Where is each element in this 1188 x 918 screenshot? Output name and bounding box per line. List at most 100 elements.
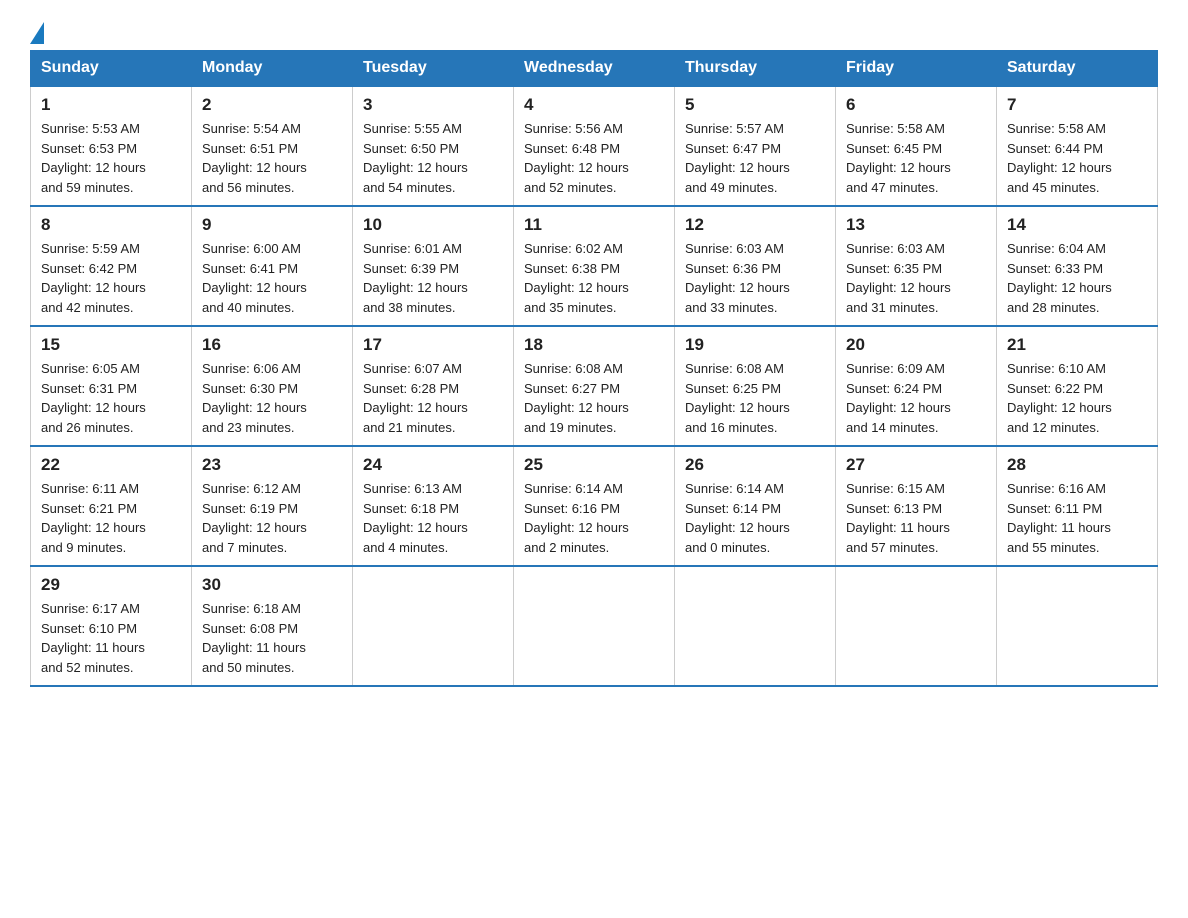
day-number: 30	[202, 575, 342, 595]
day-info: Sunrise: 6:18 AMSunset: 6:08 PMDaylight:…	[202, 599, 342, 677]
day-info: Sunrise: 6:14 AMSunset: 6:16 PMDaylight:…	[524, 479, 664, 557]
calendar-cell: 19 Sunrise: 6:08 AMSunset: 6:25 PMDayligh…	[675, 326, 836, 446]
day-info: Sunrise: 6:17 AMSunset: 6:10 PMDaylight:…	[41, 599, 181, 677]
day-info: Sunrise: 5:55 AMSunset: 6:50 PMDaylight:…	[363, 119, 503, 197]
day-number: 24	[363, 455, 503, 475]
day-number: 26	[685, 455, 825, 475]
day-info: Sunrise: 5:54 AMSunset: 6:51 PMDaylight:…	[202, 119, 342, 197]
day-number: 25	[524, 455, 664, 475]
day-info: Sunrise: 6:05 AMSunset: 6:31 PMDaylight:…	[41, 359, 181, 437]
calendar-cell	[997, 566, 1158, 686]
calendar-cell: 16Sunrise: 6:06 AMSunset: 6:30 PMDayligh…	[192, 326, 353, 446]
calendar-cell: 1 Sunrise: 5:53 AMSunset: 6:53 PMDaylight…	[31, 86, 192, 206]
calendar-cell: 14 Sunrise: 6:04 AMSunset: 6:33 PMDayligh…	[997, 206, 1158, 326]
calendar-cell: 9 Sunrise: 6:00 AMSunset: 6:41 PMDaylight…	[192, 206, 353, 326]
logo-triangle-icon	[30, 22, 44, 44]
column-header-wednesday: Wednesday	[514, 51, 675, 87]
day-info: Sunrise: 6:01 AMSunset: 6:39 PMDaylight:…	[363, 239, 503, 317]
day-info: Sunrise: 5:59 AMSunset: 6:42 PMDaylight:…	[41, 239, 181, 317]
day-info: Sunrise: 5:56 AMSunset: 6:48 PMDaylight:…	[524, 119, 664, 197]
calendar-cell: 25 Sunrise: 6:14 AMSunset: 6:16 PMDayligh…	[514, 446, 675, 566]
calendar-cell: 2 Sunrise: 5:54 AMSunset: 6:51 PMDaylight…	[192, 86, 353, 206]
day-number: 28	[1007, 455, 1147, 475]
calendar-cell: 22Sunrise: 6:11 AMSunset: 6:21 PMDayligh…	[31, 446, 192, 566]
column-header-sunday: Sunday	[31, 51, 192, 87]
day-number: 18	[524, 335, 664, 355]
day-info: Sunrise: 6:14 AMSunset: 6:14 PMDaylight:…	[685, 479, 825, 557]
day-info: Sunrise: 6:04 AMSunset: 6:33 PMDaylight:…	[1007, 239, 1147, 317]
calendar-week-row: 15 Sunrise: 6:05 AMSunset: 6:31 PMDayligh…	[31, 326, 1158, 446]
calendar-cell: 12Sunrise: 6:03 AMSunset: 6:36 PMDayligh…	[675, 206, 836, 326]
day-info: Sunrise: 6:13 AMSunset: 6:18 PMDaylight:…	[363, 479, 503, 557]
calendar-cell: 8 Sunrise: 5:59 AMSunset: 6:42 PMDaylight…	[31, 206, 192, 326]
day-number: 5	[685, 95, 825, 115]
day-info: Sunrise: 5:58 AMSunset: 6:45 PMDaylight:…	[846, 119, 986, 197]
day-info: Sunrise: 5:53 AMSunset: 6:53 PMDaylight:…	[41, 119, 181, 197]
day-number: 17	[363, 335, 503, 355]
calendar-cell: 4 Sunrise: 5:56 AMSunset: 6:48 PMDaylight…	[514, 86, 675, 206]
column-header-saturday: Saturday	[997, 51, 1158, 87]
calendar-cell	[514, 566, 675, 686]
day-info: Sunrise: 6:03 AMSunset: 6:36 PMDaylight:…	[685, 239, 825, 317]
calendar-cell: 6Sunrise: 5:58 AMSunset: 6:45 PMDaylight…	[836, 86, 997, 206]
column-header-monday: Monday	[192, 51, 353, 87]
day-info: Sunrise: 6:09 AMSunset: 6:24 PMDaylight:…	[846, 359, 986, 437]
day-number: 7	[1007, 95, 1147, 115]
day-info: Sunrise: 5:57 AMSunset: 6:47 PMDaylight:…	[685, 119, 825, 197]
calendar-cell: 10 Sunrise: 6:01 AMSunset: 6:39 PMDayligh…	[353, 206, 514, 326]
day-info: Sunrise: 5:58 AMSunset: 6:44 PMDaylight:…	[1007, 119, 1147, 197]
page-header	[30, 20, 1158, 40]
day-number: 11	[524, 215, 664, 235]
day-number: 9	[202, 215, 342, 235]
calendar-cell: 27Sunrise: 6:15 AMSunset: 6:13 PMDayligh…	[836, 446, 997, 566]
calendar-cell: 29 Sunrise: 6:17 AMSunset: 6:10 PMDayligh…	[31, 566, 192, 686]
calendar-cell: 28 Sunrise: 6:16 AMSunset: 6:11 PMDayligh…	[997, 446, 1158, 566]
day-number: 19	[685, 335, 825, 355]
calendar-week-row: 29 Sunrise: 6:17 AMSunset: 6:10 PMDayligh…	[31, 566, 1158, 686]
day-info: Sunrise: 6:12 AMSunset: 6:19 PMDaylight:…	[202, 479, 342, 557]
logo	[30, 20, 44, 40]
calendar-week-row: 8 Sunrise: 5:59 AMSunset: 6:42 PMDaylight…	[31, 206, 1158, 326]
calendar-cell: 13Sunrise: 6:03 AMSunset: 6:35 PMDayligh…	[836, 206, 997, 326]
calendar-cell: 17Sunrise: 6:07 AMSunset: 6:28 PMDayligh…	[353, 326, 514, 446]
day-number: 8	[41, 215, 181, 235]
day-info: Sunrise: 6:16 AMSunset: 6:11 PMDaylight:…	[1007, 479, 1147, 557]
day-number: 21	[1007, 335, 1147, 355]
day-info: Sunrise: 6:11 AMSunset: 6:21 PMDaylight:…	[41, 479, 181, 557]
calendar-cell: 18 Sunrise: 6:08 AMSunset: 6:27 PMDayligh…	[514, 326, 675, 446]
day-info: Sunrise: 6:02 AMSunset: 6:38 PMDaylight:…	[524, 239, 664, 317]
day-number: 4	[524, 95, 664, 115]
day-info: Sunrise: 6:03 AMSunset: 6:35 PMDaylight:…	[846, 239, 986, 317]
day-info: Sunrise: 6:06 AMSunset: 6:30 PMDaylight:…	[202, 359, 342, 437]
day-number: 2	[202, 95, 342, 115]
day-number: 29	[41, 575, 181, 595]
column-header-friday: Friday	[836, 51, 997, 87]
calendar-cell: 11 Sunrise: 6:02 AMSunset: 6:38 PMDayligh…	[514, 206, 675, 326]
day-info: Sunrise: 6:00 AMSunset: 6:41 PMDaylight:…	[202, 239, 342, 317]
calendar-week-row: 1 Sunrise: 5:53 AMSunset: 6:53 PMDaylight…	[31, 86, 1158, 206]
calendar-table: SundayMondayTuesdayWednesdayThursdayFrid…	[30, 50, 1158, 687]
column-header-thursday: Thursday	[675, 51, 836, 87]
calendar-cell: 3 Sunrise: 5:55 AMSunset: 6:50 PMDaylight…	[353, 86, 514, 206]
calendar-cell: 24 Sunrise: 6:13 AMSunset: 6:18 PMDayligh…	[353, 446, 514, 566]
day-number: 3	[363, 95, 503, 115]
day-number: 14	[1007, 215, 1147, 235]
calendar-cell	[836, 566, 997, 686]
day-info: Sunrise: 6:08 AMSunset: 6:25 PMDaylight:…	[685, 359, 825, 437]
day-number: 1	[41, 95, 181, 115]
day-info: Sunrise: 6:15 AMSunset: 6:13 PMDaylight:…	[846, 479, 986, 557]
calendar-cell: 20 Sunrise: 6:09 AMSunset: 6:24 PMDayligh…	[836, 326, 997, 446]
calendar-cell: 30 Sunrise: 6:18 AMSunset: 6:08 PMDayligh…	[192, 566, 353, 686]
calendar-cell	[675, 566, 836, 686]
calendar-header-row: SundayMondayTuesdayWednesdayThursdayFrid…	[31, 51, 1158, 87]
day-number: 10	[363, 215, 503, 235]
column-header-tuesday: Tuesday	[353, 51, 514, 87]
calendar-cell: 15 Sunrise: 6:05 AMSunset: 6:31 PMDayligh…	[31, 326, 192, 446]
calendar-cell: 21Sunrise: 6:10 AMSunset: 6:22 PMDayligh…	[997, 326, 1158, 446]
day-info: Sunrise: 6:08 AMSunset: 6:27 PMDaylight:…	[524, 359, 664, 437]
calendar-cell: 23Sunrise: 6:12 AMSunset: 6:19 PMDayligh…	[192, 446, 353, 566]
day-number: 15	[41, 335, 181, 355]
calendar-cell: 7 Sunrise: 5:58 AMSunset: 6:44 PMDaylight…	[997, 86, 1158, 206]
day-number: 20	[846, 335, 986, 355]
calendar-cell: 26 Sunrise: 6:14 AMSunset: 6:14 PMDayligh…	[675, 446, 836, 566]
